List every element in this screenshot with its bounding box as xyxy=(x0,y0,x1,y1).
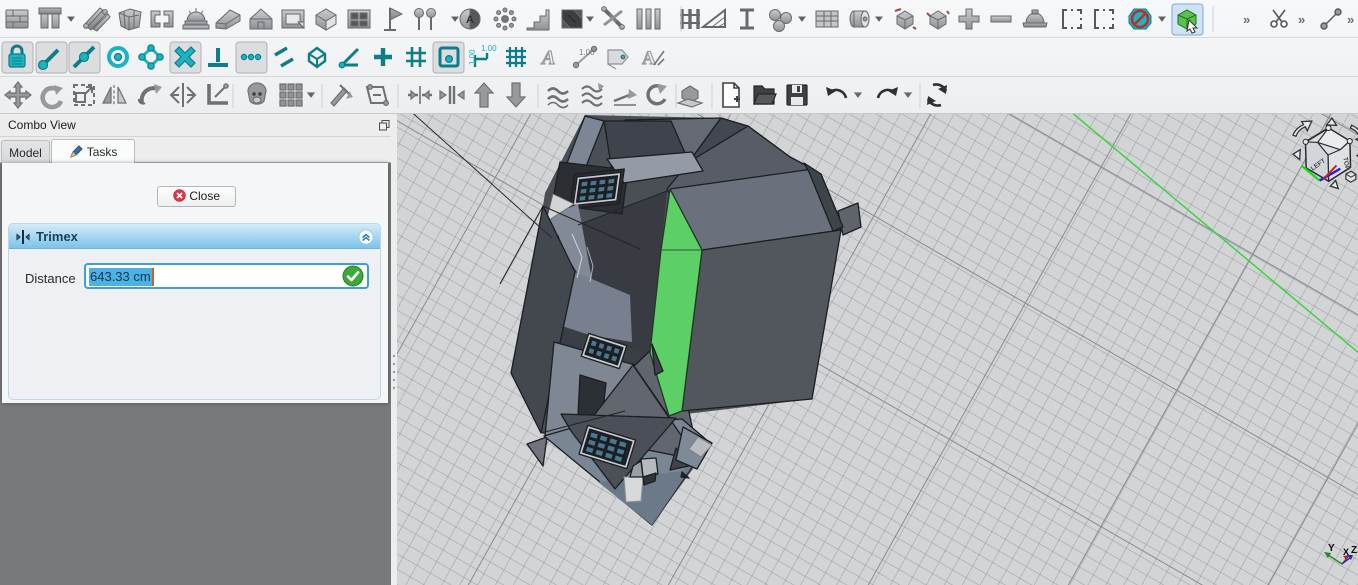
svg-text:»: » xyxy=(1243,12,1250,27)
svg-text:1.00: 1.00 xyxy=(481,44,497,53)
svg-text:Z: Z xyxy=(1351,545,1357,556)
svg-text:Y: Y xyxy=(1328,543,1335,554)
svg-text:»: » xyxy=(1347,12,1354,27)
svg-text:A: A xyxy=(540,47,555,69)
svg-text:A: A xyxy=(466,14,474,26)
svg-text:»: » xyxy=(1298,12,1305,27)
svg-text:X: X xyxy=(1343,547,1349,557)
svg-text:1.00: 1.00 xyxy=(468,49,477,65)
svg-text:A: A xyxy=(642,48,656,69)
svg-text:1.00: 1.00 xyxy=(579,48,595,57)
